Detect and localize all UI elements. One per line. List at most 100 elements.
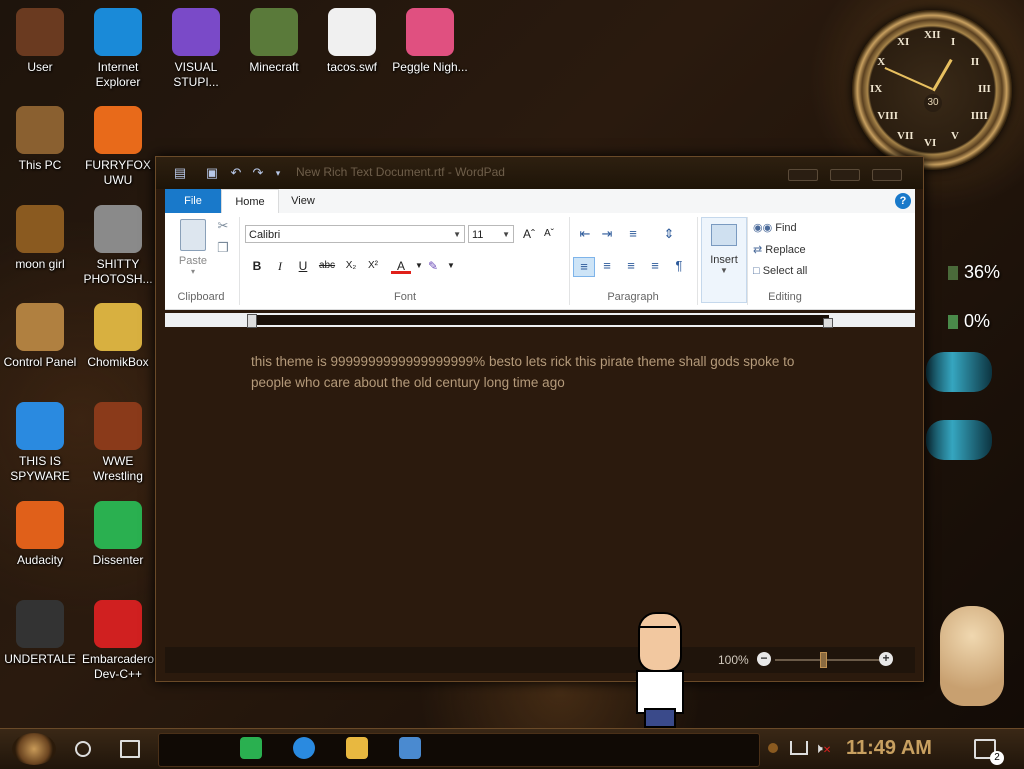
notification-icon[interactable]: 2 — [974, 739, 1004, 765]
dissenter-icon — [94, 501, 142, 549]
justify-icon[interactable]: ≡ — [645, 257, 665, 275]
desktop-icon[interactable]: Minecraft — [234, 8, 314, 75]
desktop-icon-label: Audacity — [16, 553, 64, 567]
paragraph-group-label: Paragraph — [607, 291, 659, 303]
desktop-icon[interactable]: This PC — [0, 106, 80, 173]
chrome-icon[interactable] — [293, 737, 315, 759]
desktop-icon[interactable]: THIS IS SPYWARE — [0, 402, 80, 484]
hamster-sticker — [940, 606, 1004, 706]
unity-icon — [16, 600, 64, 648]
align-right-icon[interactable]: ≡ — [621, 257, 641, 275]
desktop-icon[interactable]: moon girl — [0, 205, 80, 272]
decrease-indent-icon[interactable]: ⇤ — [575, 225, 595, 243]
minimize-button[interactable] — [788, 169, 818, 181]
zoom-slider[interactable] — [775, 659, 879, 661]
tab-view[interactable]: View — [277, 189, 329, 213]
highlight-color-icon[interactable]: ✎ — [423, 257, 443, 275]
title-bar[interactable]: ▤ ▣ ↶ ↷ ▾ New Rich Text Document.rtf - W… — [156, 157, 923, 189]
task-view-icon[interactable] — [120, 740, 140, 758]
firefox-icon — [94, 106, 142, 154]
gimp-icon — [94, 205, 142, 253]
left-indent-marker[interactable] — [247, 314, 257, 328]
document-text[interactable]: this theme is 9999999999999999999% besto… — [251, 351, 831, 393]
align-center-icon[interactable]: ≡ — [597, 257, 617, 275]
clock-numeral: IX — [870, 83, 883, 95]
align-left-icon[interactable]: ≡ — [573, 257, 595, 277]
taskbar-clock[interactable]: 11:49 AM — [846, 737, 932, 760]
maximize-button[interactable] — [830, 169, 860, 181]
insert-button[interactable]: Insert ▼ — [701, 217, 747, 303]
bold-button[interactable]: B — [247, 257, 267, 275]
desktop-icon[interactable]: Dissenter — [78, 501, 158, 568]
document-area[interactable]: this theme is 9999999999999999999% besto… — [165, 329, 915, 645]
volume-muted-icon[interactable]: 🕨✕ — [814, 741, 831, 758]
underline-button[interactable]: U — [293, 257, 313, 275]
network-icon[interactable] — [790, 741, 808, 755]
wordpad-icon[interactable] — [399, 737, 421, 759]
find-button[interactable]: ◉◉ Find — [753, 221, 797, 234]
italic-button[interactable]: I — [270, 257, 290, 275]
line-spacing-icon[interactable]: ⇕ — [659, 225, 679, 243]
zoom-out-button[interactable]: − — [757, 652, 771, 666]
desktop-icon[interactable]: UNDERTALE — [0, 600, 80, 667]
dissenter-icon[interactable] — [240, 737, 262, 759]
tray-gear-icon[interactable] — [768, 743, 778, 753]
paragraph-settings-icon[interactable]: ¶ — [669, 257, 689, 275]
start-button[interactable] — [12, 733, 56, 765]
shrink-font-icon[interactable]: Aˇ — [539, 225, 559, 243]
undo-icon[interactable]: ↶ — [228, 165, 244, 181]
font-family-value: Calibri — [249, 229, 281, 241]
minute-hand — [884, 67, 933, 90]
desktop-icon[interactable]: WWE Wrestling — [78, 402, 158, 484]
paste-button[interactable]: Paste ▾ — [173, 217, 213, 281]
desktop-icon[interactable]: Control Panel — [0, 303, 80, 370]
close-button[interactable] — [872, 169, 902, 181]
text-color-icon[interactable]: A — [391, 257, 411, 274]
desktop-icon[interactable]: tacos.swf — [312, 8, 392, 75]
ribbon-separator — [747, 217, 748, 305]
chevron-down-icon[interactable]: ▼ — [441, 257, 461, 275]
desktop-icon-label: tacos.swf — [326, 60, 377, 74]
audacity-icon — [16, 501, 64, 549]
wordpad-window[interactable]: ▤ ▣ ↶ ↷ ▾ New Rich Text Document.rtf - W… — [155, 156, 924, 682]
bullet-list-icon[interactable]: ≡ — [623, 225, 643, 243]
save-icon[interactable]: ▣ — [204, 165, 220, 181]
help-icon[interactable]: ? — [895, 193, 911, 209]
increase-indent-icon[interactable]: ⇥ — [597, 225, 617, 243]
desktop-icon[interactable]: Embarcadero Dev-C++ — [78, 600, 158, 682]
desktop-icon[interactable]: User — [0, 8, 80, 75]
desktop-icon[interactable]: Peggle Nigh... — [390, 8, 470, 75]
desktop-icon[interactable]: SHITTY PHOTOSH... — [78, 205, 158, 287]
cut-icon[interactable]: ✂ — [213, 217, 233, 235]
desktop-icon[interactable]: ChomikBox — [78, 303, 158, 370]
superscript-button[interactable]: X² — [363, 257, 383, 275]
right-indent-marker[interactable] — [823, 318, 833, 328]
font-family-select[interactable]: Calibri ▼ — [245, 225, 465, 243]
customize-quick-access-icon[interactable]: ▾ — [270, 165, 286, 181]
clipboard-icon — [180, 219, 206, 251]
desktop-icon[interactable]: FURRYFOX UWU — [78, 106, 158, 188]
desktop-icon[interactable]: Audacity — [0, 501, 80, 568]
file-explorer-icon[interactable] — [346, 737, 368, 759]
desktop-icon[interactable]: Internet Explorer — [78, 8, 158, 90]
tab-home[interactable]: Home — [221, 189, 279, 215]
ruler[interactable] — [165, 313, 915, 328]
font-size-select[interactable]: 11 ▼ — [468, 225, 514, 243]
tab-file[interactable]: File — [165, 189, 221, 213]
picture-icon — [711, 224, 737, 246]
paste-dropdown-icon: ▾ — [190, 267, 195, 276]
strikethrough-button[interactable]: abc — [317, 257, 337, 275]
cortana-search-icon[interactable] — [75, 741, 91, 757]
redo-icon[interactable]: ↷ — [250, 165, 266, 181]
window-title: New Rich Text Document.rtf - WordPad — [296, 165, 505, 179]
replace-button[interactable]: ⇄ Replace — [753, 243, 806, 256]
copy-icon[interactable]: ❐ — [213, 239, 233, 257]
zoom-in-button[interactable]: + — [879, 652, 893, 666]
subscript-button[interactable]: X₂ — [341, 257, 361, 275]
editing-group-label: Editing — [768, 291, 802, 303]
desktop-icon[interactable]: VISUAL STUPI... — [156, 8, 236, 90]
zoom-slider-thumb[interactable] — [820, 652, 827, 668]
grow-font-icon[interactable]: Aˆ — [519, 225, 539, 243]
select-all-button[interactable]: □ Select all — [753, 265, 807, 277]
wordpad-app-icon[interactable]: ▤ — [172, 165, 188, 181]
